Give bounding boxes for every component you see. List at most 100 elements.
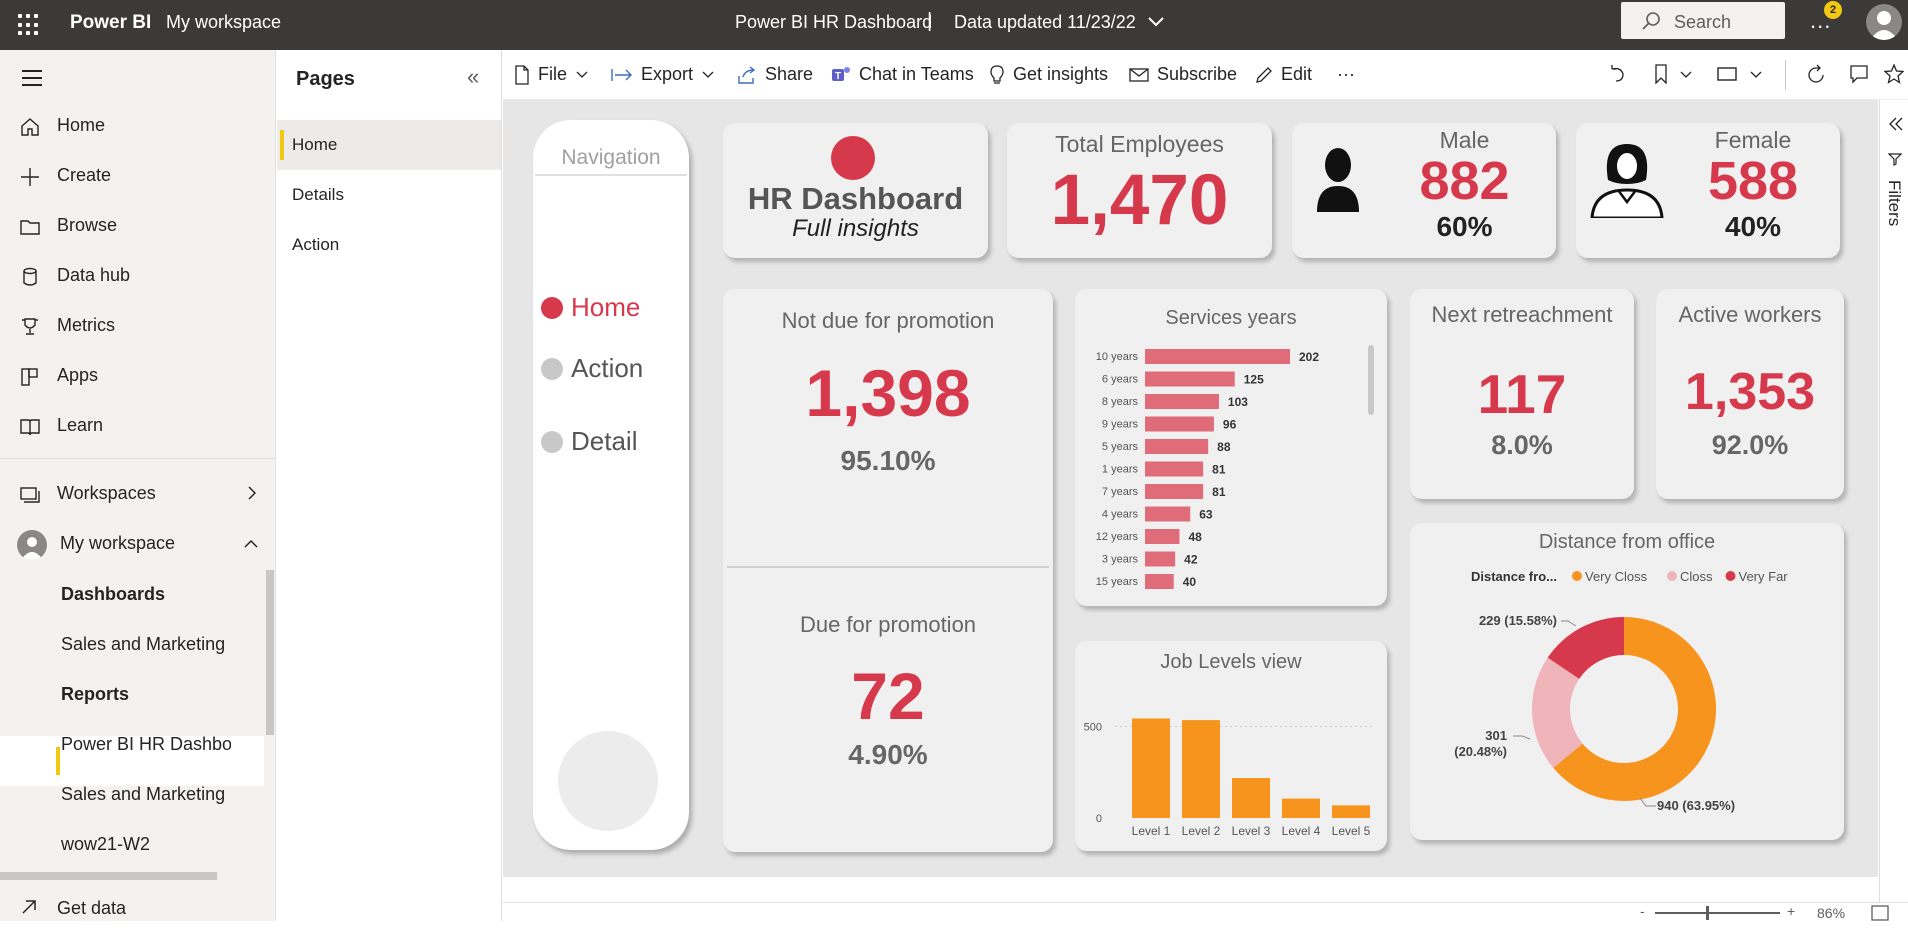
nav-item-metrics[interactable]: Metrics [0,301,276,351]
svg-text:T: T [835,71,841,82]
undo-icon[interactable] [1607,64,1627,84]
slice-data-label: 301 [1485,728,1507,743]
mail-icon [1129,67,1149,82]
male-person-icon [1317,148,1359,212]
breadcrumb-workspace[interactable]: My workspace [166,12,281,33]
bar [1332,805,1370,818]
nav-button-label: Home [571,292,641,322]
data-updated-label[interactable]: Data updated 11/23/22 [954,12,1136,33]
brand-name[interactable]: Power BI [70,12,151,34]
nav-button-detail[interactable]: Detail [541,426,637,457]
bar [1145,551,1176,567]
nav-item-create[interactable]: Create [0,151,276,201]
comment-icon[interactable] [1849,64,1869,84]
chat-label: Chat in Teams [859,64,974,84]
total-employees-card: Total Employees 1,470 [1007,123,1272,258]
chart-scrollbar[interactable] [1368,345,1374,415]
bookmark-icon[interactable] [1653,64,1669,84]
nav-item-data-hub[interactable]: Data hub [0,251,276,301]
nav-item-workspaces[interactable]: Workspaces [0,469,276,519]
zoom-in-button[interactable]: + [1787,903,1795,919]
subscribe-button[interactable]: Subscribe [1129,64,1237,85]
filters-label: Filters [1885,180,1904,227]
nav-label: Create [57,165,112,185]
bar-category-label: 7 years [1102,486,1139,498]
nav-label: Metrics [57,315,115,335]
avatar[interactable] [1866,4,1902,40]
bar [1182,720,1220,818]
navigation-divider [535,174,687,176]
promotion-card: Not due for promotion 1,398 95.10% Due f… [723,289,1053,852]
top-bar: Power BI My workspace Power BI HR Dashbo… [0,0,1908,50]
services-years-chart: 10 years 202 6 years 125 8 years 103 9 years 96… [1096,349,1319,589]
teams-icon: T [832,66,850,82]
bar-category-label: 6 years [1102,374,1139,386]
share-button[interactable]: Share [737,64,813,85]
more-toolbar-button[interactable]: ··· [1337,64,1355,85]
bar [1145,574,1174,589]
lightbulb-icon [990,64,1004,84]
get-data-button[interactable]: Get data [0,890,276,930]
page-tab-action[interactable]: Action [277,220,501,270]
report-item-hr-dashboard[interactable]: Power BI HR Dashboa [61,734,231,755]
page-tab-home[interactable]: Home [277,120,501,170]
filters-pane[interactable]: Filters [1879,100,1908,921]
nav-item-apps[interactable]: Apps [0,351,276,401]
zoom-slider[interactable] [1655,912,1780,914]
nav-item-home[interactable]: Home [0,101,276,151]
export-menu-button[interactable]: Export [611,64,715,85]
promotion-divider [727,566,1049,568]
legend-marker [1667,571,1677,581]
bar-value-label: 81 [1212,485,1226,499]
edit-button[interactable]: Edit [1255,64,1312,85]
nav-button-action[interactable]: Action [541,353,643,384]
legend-label: Very Closs [1585,569,1648,584]
report-item-wow21[interactable]: wow21-W2 [61,834,231,855]
chevron-down-icon[interactable] [1749,70,1763,80]
not-due-value: 1,398 [805,356,971,430]
chat-in-teams-button[interactable]: T Chat in Teams [831,64,974,85]
insights-label: Get insights [1013,64,1109,84]
search-placeholder: Search [1674,12,1732,32]
bar [1145,461,1204,477]
bar-value-label: 202 [1299,350,1319,364]
legend-marker [1572,571,1582,581]
due-value: 72 [851,659,925,733]
bar-category-label: 10 years [1096,351,1139,363]
star-icon[interactable] [1884,64,1904,84]
x-tick-label: Level 5 [1332,824,1371,838]
report-item-sales[interactable]: Sales and Marketing S [61,784,231,805]
bar [1145,371,1235,387]
nav-item-my-workspace[interactable]: My workspace [0,519,276,569]
nav-item-learn[interactable]: Learn [0,401,276,451]
pencil-icon [1256,66,1272,83]
chevron-up-icon[interactable] [243,537,259,551]
dashboard-item[interactable]: Sales and Marketing S [61,634,231,655]
file-menu-button[interactable]: File [514,64,589,85]
not-due-percent: 95.10% [840,445,936,476]
chevron-right-icon[interactable] [245,485,259,501]
chevron-down-icon[interactable] [1146,12,1166,32]
expand-filters-icon[interactable] [1888,116,1904,132]
x-tick-label: Level 4 [1282,824,1321,838]
chevron-down-icon[interactable] [1679,70,1693,80]
nav-item-browse[interactable]: Browse [0,201,276,251]
get-insights-button[interactable]: Get insights [989,64,1108,85]
due-percent: 4.90% [848,739,928,770]
app-launcher-icon[interactable] [18,14,40,36]
refresh-icon[interactable] [1805,64,1827,86]
horizontal-scrollbar[interactable] [0,872,217,880]
toolbar-divider [1785,60,1786,90]
page-tab-details[interactable]: Details [277,170,501,220]
x-tick-label: Level 2 [1182,824,1221,838]
search-input[interactable]: Search [1621,2,1785,39]
workspace-avatar-icon [17,530,47,560]
vertical-scrollbar[interactable] [266,570,274,735]
hamburger-menu-icon[interactable] [22,70,42,91]
zoom-out-button[interactable]: - [1640,903,1645,919]
collapse-pages-icon[interactable]: « [467,64,479,90]
zoom-slider-handle[interactable] [1706,906,1709,920]
fit-page-icon[interactable] [1871,905,1889,921]
nav-button-home[interactable]: Home [541,292,640,323]
view-icon[interactable] [1716,64,1738,84]
